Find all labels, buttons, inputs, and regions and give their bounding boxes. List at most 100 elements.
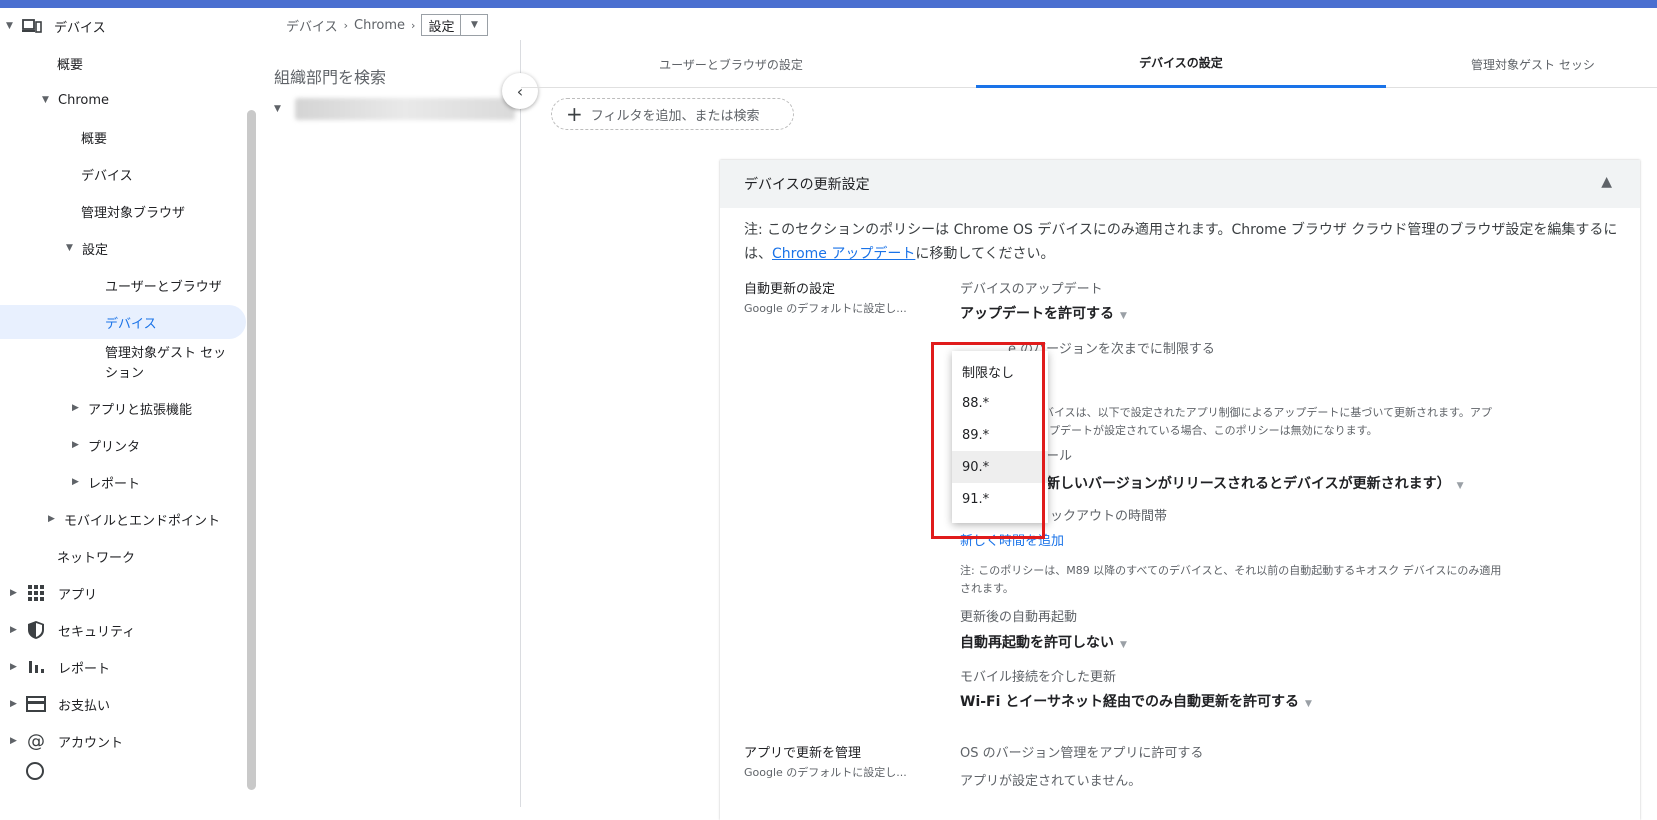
add-time-link[interactable]: 新しく時間を追加 — [960, 530, 1064, 549]
nav-printers[interactable]: ▶ プリンタ — [72, 428, 140, 462]
nav-chrome[interactable]: ▼ Chrome — [42, 83, 109, 117]
caret-right-icon: ▶ — [10, 699, 17, 709]
nav-devices[interactable]: ▼ デバイス — [6, 9, 106, 43]
org-tree-root[interactable]: ▼ — [274, 98, 515, 120]
caret-right-icon: ▶ — [10, 662, 17, 672]
nav-reports-label: レポート — [88, 476, 141, 492]
nav-users-browsers-label: ユーザーとブラウザ — [105, 279, 222, 295]
breadcrumb-current: 設定 — [422, 15, 462, 35]
breadcrumb-chrome[interactable]: Chrome — [354, 18, 405, 33]
nav-managed-browsers-label: 管理対象ブラウザ — [81, 205, 186, 221]
nav-network-label: ネットワーク — [57, 550, 136, 566]
dropdown-arrow-icon: ▼ — [1120, 640, 1127, 650]
breadcrumb-devices[interactable]: デバイス — [286, 16, 338, 35]
devices-icon — [22, 16, 42, 36]
nav-account-label: アカウント — [58, 735, 124, 751]
left-nav: ▼ デバイス 概要 ▼ Chrome 概要 デバイス 管理対象ブラウザ ▼ 設定… — [0, 8, 258, 807]
dropdown-arrow-icon: ▼ — [1305, 699, 1312, 709]
caret-right-icon: ▶ — [10, 588, 17, 598]
blackout-label: ックアウトの時間帯 — [1050, 509, 1168, 524]
dropdown-option[interactable]: 制限なし — [952, 355, 1048, 387]
at-sign-icon: @ — [27, 730, 45, 752]
dropdown-arrow-icon: ▼ — [1120, 311, 1127, 321]
tab-user-browser[interactable]: ユーザーとブラウザの設定 — [571, 40, 891, 88]
nav-device-selected[interactable]: デバイス — [0, 305, 246, 339]
nav-account[interactable]: ▶ @ アカウント — [10, 724, 123, 758]
tab-device-settings[interactable]: デバイスの設定 — [976, 40, 1386, 88]
nav-settings[interactable]: ▼ 設定 — [66, 231, 108, 265]
nav-overview[interactable]: 概要 — [57, 46, 83, 80]
device-update-select[interactable]: アップデートを許可する ▼ — [960, 303, 1127, 323]
caret-right-icon: ▶ — [72, 403, 79, 413]
kiosk-note-line1: デバイスは、以下で設定されたアプリ制御によるアップデートに基づいて更新されます。… — [1032, 406, 1492, 419]
nav-chrome-label: Chrome — [58, 92, 109, 108]
dropdown-option-hovered[interactable]: 90.* — [952, 451, 1048, 483]
org-name-redacted — [294, 98, 515, 120]
dropdown-arrow-icon: ▼ — [1456, 481, 1464, 491]
dropdown-option[interactable]: 89.* — [952, 419, 1048, 451]
nav-billing[interactable]: ▶ お支払い — [10, 687, 110, 721]
dropdown-option[interactable]: 91.* — [952, 483, 1048, 515]
tab-managed-guest[interactable]: 管理対象ゲスト セッシ — [1471, 40, 1657, 88]
note-text-2: に移動してください。 — [915, 246, 1055, 262]
caret-right-icon: ▶ — [48, 514, 55, 524]
nav-reports-main[interactable]: ▶ レポート — [10, 650, 110, 684]
nav-chrome-devices[interactable]: デバイス — [81, 157, 133, 191]
rollout-label: ール — [1046, 449, 1073, 464]
caret-right-icon: ▶ — [10, 625, 17, 635]
nav-security[interactable]: ▶ セキュリティ — [10, 613, 135, 647]
nav-reports[interactable]: ▶ レポート — [72, 465, 140, 499]
credit-card-icon — [26, 694, 46, 714]
reboot-select[interactable]: 自動再起動を許可しない ▼ — [960, 632, 1127, 652]
card-header[interactable]: デバイスの更新設定 ▲ — [720, 160, 1640, 208]
org-search-title[interactable]: 組織部門を検索 — [274, 64, 386, 88]
nav-managed-guest[interactable]: 管理対象ゲスト セッ ション — [105, 344, 226, 388]
breadcrumb-separator: › — [411, 18, 416, 32]
filter-label: フィルタを追加、または検索 — [590, 108, 760, 124]
nav-users-browsers[interactable]: ユーザーとブラウザ — [105, 268, 222, 302]
kiosk-note-line2: ップデートが設定されている場合、このポリシーは無効になります。 — [1038, 424, 1378, 437]
breadcrumb-separator: › — [343, 18, 349, 32]
caret-right-icon: ▶ — [10, 736, 17, 746]
bar-chart-icon — [26, 657, 46, 677]
no-app-text: アプリが設定されていません。 — [960, 774, 1142, 789]
rollout-value: 新しいバージョンがリリースされるとデバイスが更新されます） — [1046, 476, 1451, 492]
nav-apps-extensions[interactable]: ▶ アプリと拡張機能 — [72, 391, 192, 425]
version-dropdown-menu: 制限なし 88.* 89.* 90.* 91.* — [952, 351, 1048, 523]
caret-down-icon: ▼ — [66, 243, 73, 253]
org-unit-pane: 組織部門を検索 ▼ — [258, 40, 521, 807]
nav-overview-label: 概要 — [57, 57, 84, 73]
mobile-update-select[interactable]: Wi-Fi とイーサネット経由でのみ自動更新を許可する ▼ — [960, 691, 1312, 711]
chrome-update-link[interactable]: Chrome アップデート — [772, 246, 915, 262]
nav-chrome-overview-label: 概要 — [81, 131, 108, 147]
setting-auto-update-inherited: Google のデフォルトに設定し... — [744, 302, 907, 315]
device-update-value: アップデートを許可する — [960, 306, 1114, 322]
m89-note-line1: 注: このポリシーは、M89 以降のすべてのデバイスと、それ以前の自動起動するキ… — [960, 564, 1502, 577]
m89-note-line2: されます。 — [960, 582, 1014, 595]
nav-apps[interactable]: ▶ アプリ — [10, 576, 97, 610]
nav-mobile-endpoints[interactable]: ▶ モバイルとエンドポイント — [48, 502, 220, 536]
setting-auto-update-name: 自動更新の設定 — [744, 282, 836, 297]
nav-chrome-devices-label: デバイス — [81, 168, 133, 184]
nav-managed-browsers[interactable]: 管理対象ブラウザ — [81, 194, 185, 228]
nav-apps-label: アプリ — [58, 587, 98, 603]
circle-icon — [26, 762, 44, 780]
rollout-select[interactable]: 新しいバージョンがリリースされるとデバイスが更新されます） ▼ — [1046, 473, 1464, 493]
filter-search-chip[interactable]: + フィルタを追加、または検索 — [551, 98, 794, 130]
section-note: 注: このセクションのポリシーは Chrome OS デバイスにのみ適用されます… — [744, 218, 1624, 266]
setting-app-manage-name: アプリで更新を管理 — [744, 746, 862, 761]
os-version-label: OS のバージョン管理をアプリに許可する — [960, 746, 1204, 761]
caret-down-icon: ▼ — [274, 104, 281, 114]
nav-chrome-overview[interactable]: 概要 — [81, 120, 107, 154]
nav-network[interactable]: ネットワーク — [57, 539, 135, 573]
nav-security-label: セキュリティ — [58, 624, 136, 640]
chevron-up-icon[interactable]: ▲ — [1601, 174, 1612, 190]
device-update-label: デバイスのアップデート — [960, 282, 1103, 297]
breadcrumb-settings-select[interactable]: 設定 ▼ — [421, 14, 489, 36]
dropdown-option[interactable]: 88.* — [952, 387, 1048, 419]
nav-scrollbar[interactable] — [247, 110, 256, 790]
top-accent-bar — [0, 0, 1657, 8]
caret-right-icon: ▶ — [72, 440, 79, 450]
shield-icon — [26, 620, 46, 640]
caret-down-icon: ▼ — [42, 95, 49, 105]
